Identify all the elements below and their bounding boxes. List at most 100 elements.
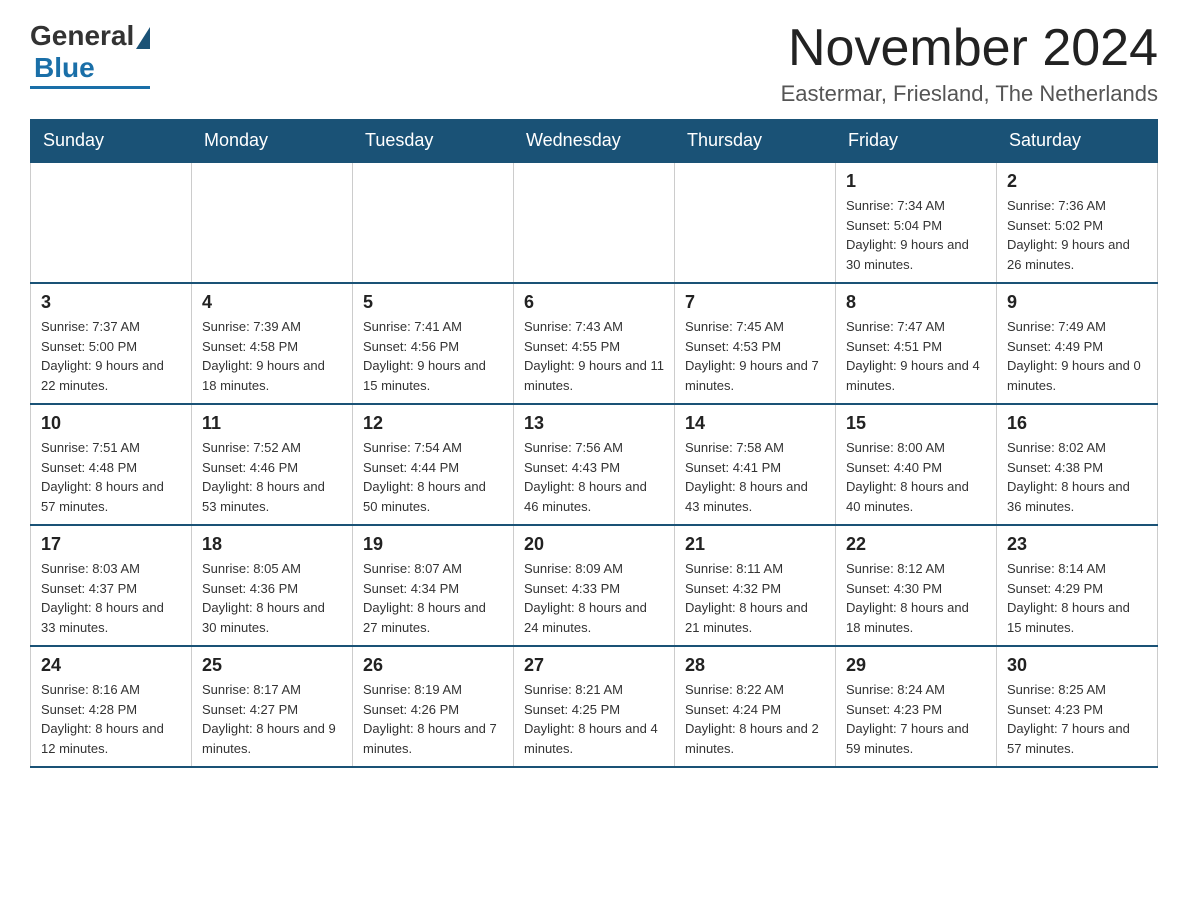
day-number: 7	[685, 292, 825, 313]
calendar-cell	[675, 162, 836, 283]
page-header: General Blue November 2024 Eastermar, Fr…	[30, 20, 1158, 107]
day-info: Sunrise: 7:54 AMSunset: 4:44 PMDaylight:…	[363, 438, 503, 516]
day-info: Sunrise: 8:25 AMSunset: 4:23 PMDaylight:…	[1007, 680, 1147, 758]
day-number: 1	[846, 171, 986, 192]
calendar-cell: 1 Sunrise: 7:34 AMSunset: 5:04 PMDaylight…	[836, 162, 997, 283]
day-info: Sunrise: 7:49 AMSunset: 4:49 PMDaylight:…	[1007, 317, 1147, 395]
day-info: Sunrise: 7:58 AMSunset: 4:41 PMDaylight:…	[685, 438, 825, 516]
day-number: 14	[685, 413, 825, 434]
calendar-table: Sunday Monday Tuesday Wednesday Thursday…	[30, 119, 1158, 768]
day-number: 26	[363, 655, 503, 676]
col-saturday: Saturday	[997, 120, 1158, 163]
calendar-cell: 15 Sunrise: 8:00 AMSunset: 4:40 PMDayligh…	[836, 404, 997, 525]
day-number: 12	[363, 413, 503, 434]
calendar-cell: 3 Sunrise: 7:37 AMSunset: 5:00 PMDaylight…	[31, 283, 192, 404]
day-number: 3	[41, 292, 181, 313]
calendar-week-1: 1 Sunrise: 7:34 AMSunset: 5:04 PMDaylight…	[31, 162, 1158, 283]
day-number: 29	[846, 655, 986, 676]
calendar-cell: 30 Sunrise: 8:25 AMSunset: 4:23 PMDayligh…	[997, 646, 1158, 767]
calendar-cell	[192, 162, 353, 283]
day-number: 8	[846, 292, 986, 313]
col-tuesday: Tuesday	[353, 120, 514, 163]
calendar-cell: 20 Sunrise: 8:09 AMSunset: 4:33 PMDayligh…	[514, 525, 675, 646]
calendar-cell: 13 Sunrise: 7:56 AMSunset: 4:43 PMDayligh…	[514, 404, 675, 525]
location-subtitle: Eastermar, Friesland, The Netherlands	[781, 81, 1158, 107]
calendar-cell: 22 Sunrise: 8:12 AMSunset: 4:30 PMDayligh…	[836, 525, 997, 646]
col-sunday: Sunday	[31, 120, 192, 163]
day-number: 22	[846, 534, 986, 555]
calendar-cell: 8 Sunrise: 7:47 AMSunset: 4:51 PMDaylight…	[836, 283, 997, 404]
calendar-cell: 5 Sunrise: 7:41 AMSunset: 4:56 PMDaylight…	[353, 283, 514, 404]
calendar-cell: 12 Sunrise: 7:54 AMSunset: 4:44 PMDayligh…	[353, 404, 514, 525]
calendar-cell: 24 Sunrise: 8:16 AMSunset: 4:28 PMDayligh…	[31, 646, 192, 767]
calendar-cell: 29 Sunrise: 8:24 AMSunset: 4:23 PMDayligh…	[836, 646, 997, 767]
day-number: 17	[41, 534, 181, 555]
calendar-cell	[31, 162, 192, 283]
calendar-cell: 25 Sunrise: 8:17 AMSunset: 4:27 PMDayligh…	[192, 646, 353, 767]
title-section: November 2024 Eastermar, Friesland, The …	[781, 20, 1158, 107]
col-friday: Friday	[836, 120, 997, 163]
day-number: 9	[1007, 292, 1147, 313]
calendar-cell: 11 Sunrise: 7:52 AMSunset: 4:46 PMDayligh…	[192, 404, 353, 525]
day-info: Sunrise: 8:17 AMSunset: 4:27 PMDaylight:…	[202, 680, 342, 758]
day-info: Sunrise: 7:39 AMSunset: 4:58 PMDaylight:…	[202, 317, 342, 395]
day-number: 13	[524, 413, 664, 434]
day-number: 24	[41, 655, 181, 676]
day-info: Sunrise: 8:21 AMSunset: 4:25 PMDaylight:…	[524, 680, 664, 758]
day-info: Sunrise: 8:02 AMSunset: 4:38 PMDaylight:…	[1007, 438, 1147, 516]
day-info: Sunrise: 7:41 AMSunset: 4:56 PMDaylight:…	[363, 317, 503, 395]
day-number: 10	[41, 413, 181, 434]
calendar-cell: 27 Sunrise: 8:21 AMSunset: 4:25 PMDayligh…	[514, 646, 675, 767]
day-info: Sunrise: 8:14 AMSunset: 4:29 PMDaylight:…	[1007, 559, 1147, 637]
day-number: 19	[363, 534, 503, 555]
calendar-cell: 10 Sunrise: 7:51 AMSunset: 4:48 PMDayligh…	[31, 404, 192, 525]
day-number: 20	[524, 534, 664, 555]
calendar-cell: 16 Sunrise: 8:02 AMSunset: 4:38 PMDayligh…	[997, 404, 1158, 525]
day-info: Sunrise: 7:43 AMSunset: 4:55 PMDaylight:…	[524, 317, 664, 395]
calendar-week-3: 10 Sunrise: 7:51 AMSunset: 4:48 PMDayligh…	[31, 404, 1158, 525]
calendar-cell	[353, 162, 514, 283]
day-info: Sunrise: 8:05 AMSunset: 4:36 PMDaylight:…	[202, 559, 342, 637]
day-info: Sunrise: 8:16 AMSunset: 4:28 PMDaylight:…	[41, 680, 181, 758]
day-info: Sunrise: 8:22 AMSunset: 4:24 PMDaylight:…	[685, 680, 825, 758]
day-info: Sunrise: 7:52 AMSunset: 4:46 PMDaylight:…	[202, 438, 342, 516]
day-number: 27	[524, 655, 664, 676]
day-number: 16	[1007, 413, 1147, 434]
month-title: November 2024	[781, 20, 1158, 77]
calendar-week-4: 17Sunrise: 8:03 AMSunset: 4:37 PMDayligh…	[31, 525, 1158, 646]
day-number: 6	[524, 292, 664, 313]
day-number: 25	[202, 655, 342, 676]
day-number: 2	[1007, 171, 1147, 192]
day-info: Sunrise: 8:12 AMSunset: 4:30 PMDaylight:…	[846, 559, 986, 637]
logo-underline	[30, 86, 150, 89]
calendar-cell: 14 Sunrise: 7:58 AMSunset: 4:41 PMDayligh…	[675, 404, 836, 525]
day-info: Sunrise: 8:07 AMSunset: 4:34 PMDaylight:…	[363, 559, 503, 637]
day-info: Sunrise: 8:24 AMSunset: 4:23 PMDaylight:…	[846, 680, 986, 758]
day-number: 5	[363, 292, 503, 313]
calendar-cell: 9 Sunrise: 7:49 AMSunset: 4:49 PMDaylight…	[997, 283, 1158, 404]
calendar-week-2: 3 Sunrise: 7:37 AMSunset: 5:00 PMDaylight…	[31, 283, 1158, 404]
day-number: 21	[685, 534, 825, 555]
calendar-cell: 2Sunrise: 7:36 AMSunset: 5:02 PMDaylight…	[997, 162, 1158, 283]
calendar-cell: 18 Sunrise: 8:05 AMSunset: 4:36 PMDayligh…	[192, 525, 353, 646]
day-info: Sunrise: 7:37 AMSunset: 5:00 PMDaylight:…	[41, 317, 181, 395]
day-info: Sunrise: 7:47 AMSunset: 4:51 PMDaylight:…	[846, 317, 986, 395]
day-info: Sunrise: 8:00 AMSunset: 4:40 PMDaylight:…	[846, 438, 986, 516]
day-number: 4	[202, 292, 342, 313]
day-info: Sunrise: 7:34 AMSunset: 5:04 PMDaylight:…	[846, 196, 986, 274]
day-number: 30	[1007, 655, 1147, 676]
day-info: Sunrise: 7:56 AMSunset: 4:43 PMDaylight:…	[524, 438, 664, 516]
day-number: 15	[846, 413, 986, 434]
calendar-cell: 17Sunrise: 8:03 AMSunset: 4:37 PMDayligh…	[31, 525, 192, 646]
col-thursday: Thursday	[675, 120, 836, 163]
day-number: 18	[202, 534, 342, 555]
day-number: 11	[202, 413, 342, 434]
day-info: Sunrise: 8:11 AMSunset: 4:32 PMDaylight:…	[685, 559, 825, 637]
day-number: 23	[1007, 534, 1147, 555]
logo-general-text: General	[30, 20, 134, 52]
day-info: Sunrise: 8:09 AMSunset: 4:33 PMDaylight:…	[524, 559, 664, 637]
day-info: Sunrise: 7:51 AMSunset: 4:48 PMDaylight:…	[41, 438, 181, 516]
calendar-week-5: 24 Sunrise: 8:16 AMSunset: 4:28 PMDayligh…	[31, 646, 1158, 767]
logo: General Blue	[30, 20, 150, 89]
col-wednesday: Wednesday	[514, 120, 675, 163]
